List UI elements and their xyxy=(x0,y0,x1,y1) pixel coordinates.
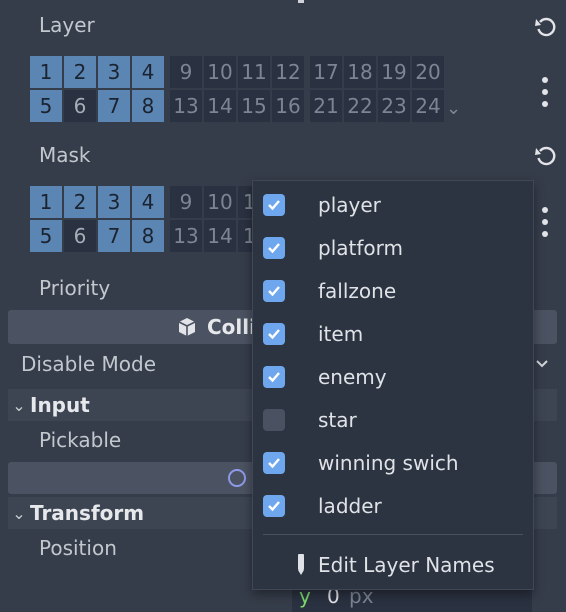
mask-bit-6[interactable]: 6 xyxy=(64,220,96,252)
layer-bit-12[interactable]: 12 xyxy=(272,56,304,88)
popup-item-player[interactable]: player xyxy=(253,183,533,226)
popup-item-winning-swich[interactable]: winning swich xyxy=(253,441,533,484)
layer-bit-block-1: 1 2 3 4 5 6 7 8 xyxy=(30,56,164,122)
layer-kebab-menu-icon[interactable] xyxy=(540,77,550,107)
mask-bit-5[interactable]: 5 xyxy=(30,220,62,252)
layer-bit-1[interactable]: 1 xyxy=(30,56,62,88)
transform-chevron-down-icon: ⌄ xyxy=(12,503,26,523)
layer-bit-21[interactable]: 21 xyxy=(310,90,342,122)
popup-item-label: fallzone xyxy=(318,278,397,303)
layer-bit-7[interactable]: 7 xyxy=(98,90,130,122)
input-section-label: Input xyxy=(30,393,90,417)
popup-item-enemy[interactable]: enemy xyxy=(253,355,533,398)
mask-bit-4[interactable]: 4 xyxy=(132,186,164,218)
check-icon[interactable] xyxy=(263,236,285,259)
layer-bit-8[interactable]: 8 xyxy=(132,90,164,122)
layer-bit-23[interactable]: 23 xyxy=(378,90,410,122)
scroll-indicator xyxy=(298,0,304,3)
mask-bit-9[interactable]: 9 xyxy=(170,186,202,218)
popup-item-label: platform xyxy=(318,235,403,260)
mask-label: Mask xyxy=(39,143,91,167)
layer-bit-15[interactable]: 15 xyxy=(238,90,270,122)
popup-item-item[interactable]: item xyxy=(253,312,533,355)
layer-bit-grid: 1 2 3 4 5 6 7 8 9 10 11 12 13 14 15 16 1… xyxy=(30,56,450,122)
layer-revert-icon[interactable] xyxy=(533,14,559,40)
mask-bit-block-1: 1 2 3 4 5 6 7 8 xyxy=(30,186,164,252)
position-label: Position xyxy=(39,536,117,560)
check-icon[interactable] xyxy=(263,365,285,388)
mask-bit-8[interactable]: 8 xyxy=(132,220,164,252)
edit-layer-names-label: Edit Layer Names xyxy=(318,552,495,577)
check-icon[interactable] xyxy=(263,451,285,474)
mask-bit-1[interactable]: 1 xyxy=(30,186,62,218)
pickable-label: Pickable xyxy=(39,428,122,452)
mask-bit-7[interactable]: 7 xyxy=(98,220,130,252)
layer-bit-2[interactable]: 2 xyxy=(64,56,96,88)
layer-bit-6[interactable]: 6 xyxy=(64,90,96,122)
pencil-icon xyxy=(295,553,307,581)
popup-separator xyxy=(263,534,523,535)
box-icon xyxy=(176,316,198,342)
layer-bit-5[interactable]: 5 xyxy=(30,90,62,122)
transform-section-label: Transform xyxy=(30,501,145,525)
disable-mode-label: Disable Mode xyxy=(21,352,157,376)
layer-bit-20[interactable]: 20 xyxy=(412,56,444,88)
layer-bit-11[interactable]: 11 xyxy=(238,56,270,88)
layer-bit-4[interactable]: 4 xyxy=(132,56,164,88)
layer-expand-chevron-down-icon[interactable]: ⌄ xyxy=(446,98,461,119)
inspector-panel: Layer 1 2 3 4 5 6 7 8 9 10 11 12 13 14 1… xyxy=(0,0,566,612)
layer-bit-19[interactable]: 19 xyxy=(378,56,410,88)
collision-section-label: Colli xyxy=(207,315,256,339)
check-icon[interactable] xyxy=(263,322,285,345)
popup-item-ladder[interactable]: ladder xyxy=(253,484,533,527)
mask-bit-13[interactable]: 13 xyxy=(170,220,202,252)
mask-kebab-menu-icon[interactable] xyxy=(540,207,550,237)
toggle-knob[interactable] xyxy=(228,469,246,487)
layer-bit-block-3: 17 18 19 20 21 22 23 24 xyxy=(310,56,444,122)
check-icon[interactable] xyxy=(263,279,285,302)
mask-bit-10[interactable]: 10 xyxy=(204,186,236,218)
layer-bit-22[interactable]: 22 xyxy=(344,90,376,122)
mask-bit-3[interactable]: 3 xyxy=(98,186,130,218)
popup-item-label: star xyxy=(318,407,357,432)
mask-bit-2[interactable]: 2 xyxy=(64,186,96,218)
input-chevron-down-icon: ⌄ xyxy=(12,395,26,415)
popup-item-label: enemy xyxy=(318,364,387,389)
check-icon[interactable] xyxy=(263,193,285,216)
layer-bit-17[interactable]: 17 xyxy=(310,56,342,88)
layer-names-popup-menu: player platform fallzone item enemy star… xyxy=(252,180,534,590)
mask-bit-14[interactable]: 14 xyxy=(204,220,236,252)
layer-bit-16[interactable]: 16 xyxy=(272,90,304,122)
layer-bit-14[interactable]: 14 xyxy=(204,90,236,122)
popup-item-label: player xyxy=(318,192,381,217)
popup-item-label: item xyxy=(318,321,364,346)
layer-bit-9[interactable]: 9 xyxy=(170,56,202,88)
layer-bit-3[interactable]: 3 xyxy=(98,56,130,88)
layer-bit-18[interactable]: 18 xyxy=(344,56,376,88)
layer-bit-10[interactable]: 10 xyxy=(204,56,236,88)
popup-item-platform[interactable]: platform xyxy=(253,226,533,269)
check-icon[interactable] xyxy=(263,494,285,517)
popup-item-fallzone[interactable]: fallzone xyxy=(253,269,533,312)
disable-mode-chevron-down-icon[interactable] xyxy=(534,356,550,376)
popup-item-star[interactable]: star xyxy=(253,398,533,441)
layer-bit-13[interactable]: 13 xyxy=(170,90,202,122)
priority-label: Priority xyxy=(39,276,111,300)
checkbox-unchecked[interactable] xyxy=(263,408,285,431)
mask-revert-icon[interactable] xyxy=(533,143,559,169)
layer-bit-block-2: 9 10 11 12 13 14 15 16 xyxy=(170,56,304,122)
edit-layer-names-button[interactable]: Edit Layer Names xyxy=(253,543,533,586)
layer-label: Layer xyxy=(39,13,95,37)
popup-item-label: winning swich xyxy=(318,450,459,475)
layer-bit-24[interactable]: 24 xyxy=(412,90,444,122)
popup-item-label: ladder xyxy=(318,493,382,518)
